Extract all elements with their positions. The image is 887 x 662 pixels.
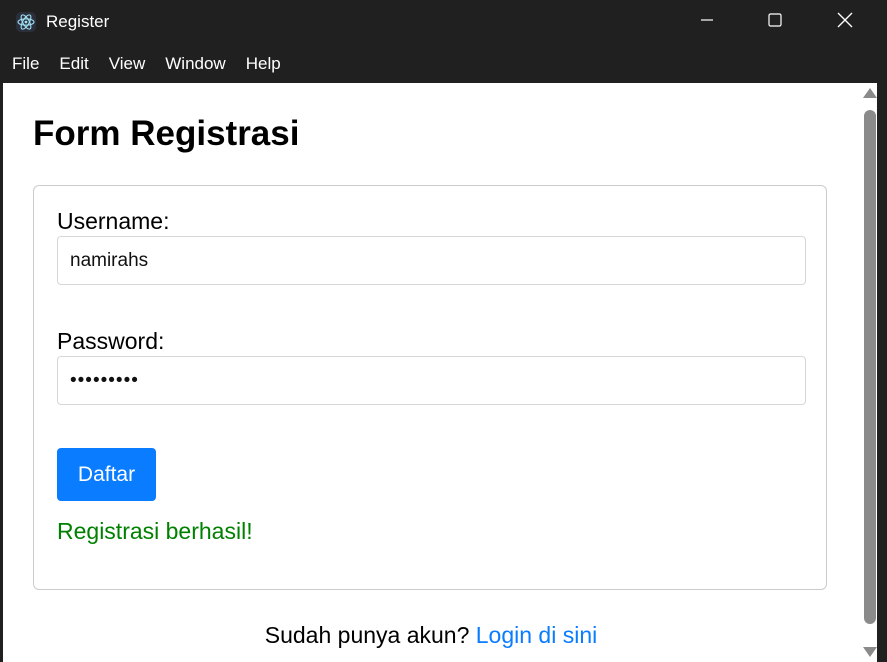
username-label: Username:: [57, 208, 170, 234]
password-input[interactable]: [57, 356, 806, 405]
login-link[interactable]: Login di sini: [476, 622, 597, 648]
login-prompt-text: Sudah punya akun?: [264, 622, 476, 648]
page-title: Form Registrasi: [33, 114, 300, 153]
close-icon: [837, 12, 853, 33]
registration-form: Username: Password: Daftar Registrasi be…: [33, 185, 827, 590]
username-input[interactable]: [57, 236, 806, 285]
minimize-button[interactable]: [677, 0, 737, 44]
menu-view[interactable]: View: [99, 44, 156, 83]
scroll-down-arrow-icon[interactable]: [863, 647, 877, 657]
minimize-icon: [700, 13, 714, 32]
electron-atom-icon: [15, 11, 37, 33]
menu-edit[interactable]: Edit: [49, 44, 98, 83]
menu-bar: File Edit View Window Help: [0, 44, 887, 83]
success-message: Registrasi berhasil!: [57, 518, 253, 544]
scroll-up-arrow-icon[interactable]: [863, 88, 877, 98]
title-bar[interactable]: Register: [0, 0, 887, 44]
scroll-thumb[interactable]: [864, 110, 876, 624]
password-label: Password:: [57, 328, 165, 354]
maximize-button[interactable]: [745, 0, 805, 44]
menu-window[interactable]: Window: [155, 44, 235, 83]
menu-file[interactable]: File: [2, 44, 49, 83]
maximize-icon: [768, 12, 782, 32]
page-content: Form Registrasi Username: Password: Daft…: [3, 83, 859, 662]
window-title: Register: [46, 12, 110, 31]
close-button[interactable]: [815, 0, 875, 44]
menu-help[interactable]: Help: [236, 44, 291, 83]
app-window: Register File Edit View Window Help Form…: [0, 0, 887, 662]
background-strip: [877, 83, 887, 662]
login-prompt: Sudah punya akun? Login di sini: [3, 621, 859, 649]
register-button[interactable]: Daftar: [57, 448, 156, 501]
